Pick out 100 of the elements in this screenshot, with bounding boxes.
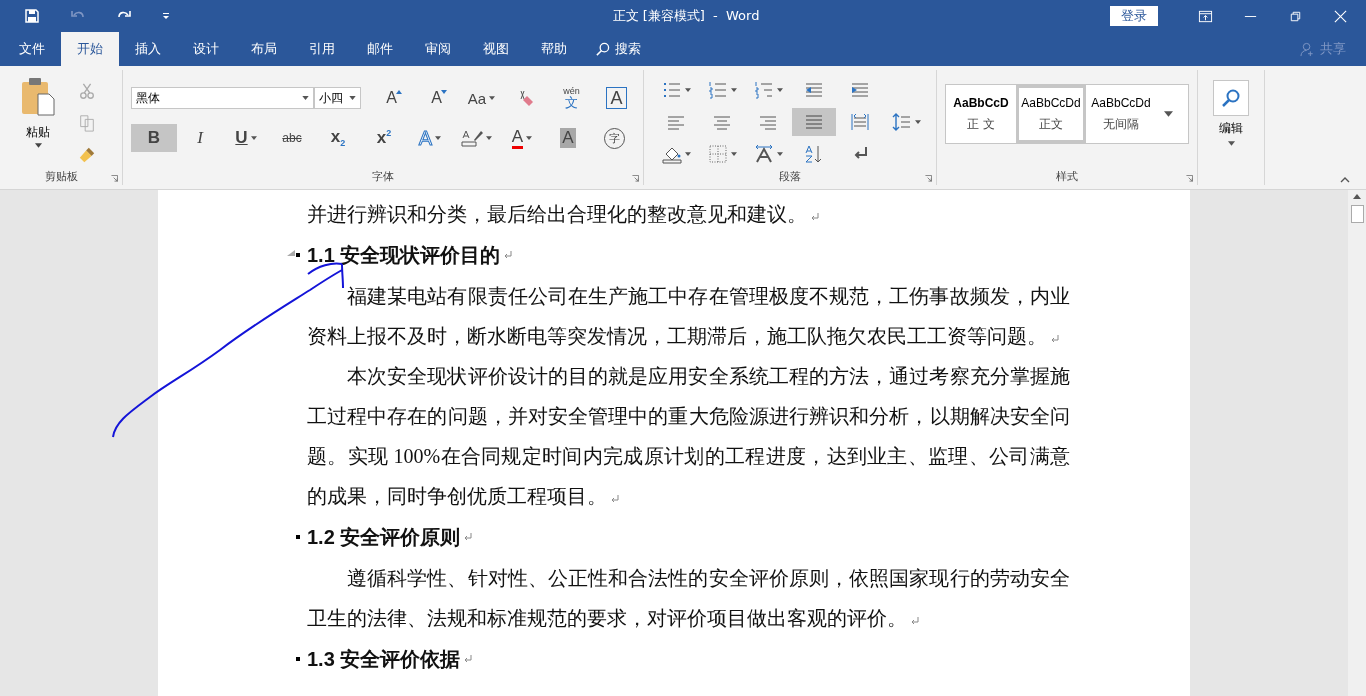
- save-icon[interactable]: [24, 8, 40, 24]
- dialog-launcher-icon[interactable]: [111, 175, 118, 182]
- group-label: 段落: [779, 169, 801, 184]
- customize-menu-icon[interactable]: [162, 12, 170, 20]
- ribbon-tab[interactable]: 开始: [61, 32, 119, 66]
- group-label: 剪贴板: [44, 168, 78, 184]
- ribbon-tab[interactable]: 审阅: [409, 32, 467, 66]
- close-icon[interactable]: [1333, 8, 1348, 24]
- paragraph-mark-icon: [464, 655, 473, 663]
- caret-icon: [489, 96, 496, 100]
- change-case-button[interactable]: Aa: [459, 84, 504, 112]
- dialog-launcher-icon[interactable]: [632, 175, 639, 182]
- ribbon-tab[interactable]: 插入: [119, 32, 177, 66]
- script-button[interactable]: x$^{2}$: [361, 124, 407, 152]
- paste-button[interactable]: 粘贴: [14, 76, 62, 167]
- paragraph-mark-icon: [611, 495, 619, 503]
- body-paragraph: 本次安全现状评价设计的目的就是应用安全系统工程的方法，通过考察充分掌握施工过程中存在的问题，并对安全管理中的重大危险源进行辨识和分析，以期解决安全问题。实现 100%在合同规定时间内完成原计划的工程进度，达到业主、监理、公司满意的成果，同时争创优质工程项目。: [307, 364, 1070, 509]
- triangle-icon: [396, 90, 402, 94]
- group-label: 字体: [372, 168, 394, 184]
- sort-icon: [804, 144, 824, 164]
- paragraph-mark-icon: [464, 533, 473, 541]
- ribbon-tab[interactable]: 文件: [3, 32, 61, 66]
- scroll-thumb[interactable]: [1350, 205, 1364, 223]
- shrink-font-button[interactable]: A: [414, 84, 459, 112]
- heading-bullet-icon: [296, 657, 300, 661]
- add-person-icon: [1300, 41, 1315, 57]
- line-spacing-icon: [891, 112, 912, 132]
- format-painter-icon[interactable]: [78, 146, 96, 164]
- caret-icon: [349, 96, 356, 100]
- caret-icon: [730, 88, 737, 92]
- style-option[interactable]: AaBbCcDd 正文: [1016, 85, 1086, 143]
- caret-icon: [914, 120, 921, 124]
- triangle-icon: [441, 90, 447, 94]
- copy-icon[interactable]: [78, 114, 96, 132]
- font-color-button[interactable]: A: [499, 124, 545, 152]
- more-styles-icon[interactable]: [1164, 111, 1173, 117]
- heading-bullet-icon: [296, 253, 300, 257]
- font-size-field[interactable]: 小四: [314, 87, 361, 109]
- character-shading-button[interactable]: A: [545, 124, 591, 152]
- bold-button[interactable]: B: [131, 124, 177, 152]
- ribbon-tab[interactable]: 帮助: [525, 32, 583, 66]
- body-paragraph: 并进行辨识和分类，最后给出合理化的整改意见和建议。: [307, 194, 1070, 234]
- paragraph-mark-icon: [1051, 335, 1059, 343]
- paragraph-mark-icon: [504, 251, 513, 259]
- ribbon-display-icon[interactable]: [1198, 8, 1213, 24]
- heading-text: 1.3 安全评价依据: [307, 647, 461, 672]
- caret-icon: [250, 136, 257, 140]
- body-paragraph: 福建某电站有限责任公司在生产施工中存在管理极度不规范，工伤事故频发，内业资料上报不及时，断水断电等突发情况，工期滞后，施工队拖欠农民工工资等问题。: [307, 284, 1070, 349]
- search-icon: [1221, 88, 1241, 108]
- login-button[interactable]: 登录: [1110, 6, 1158, 26]
- body-paragraph: 遵循科学性、针对性、公正性和合法性的安全评价原则，依照国家现行的劳动安全卫生的法律、法规和标准规范的要求，对评价项目做出客观的评价。: [307, 566, 1070, 631]
- font-name-field[interactable]: 黑体: [131, 87, 314, 109]
- vertical-scrollbar[interactable]: [1348, 190, 1366, 696]
- scissors-icon[interactable]: [78, 82, 96, 100]
- highlighter-icon: [460, 128, 483, 148]
- heading-text: 1.1 安全现状评价目的: [307, 243, 501, 268]
- ribbon-tab[interactable]: 设计: [177, 32, 235, 66]
- search-icon: [595, 41, 610, 57]
- clipboard-icon: [20, 76, 56, 116]
- editing-button[interactable]: 编辑: [1213, 70, 1249, 146]
- heading-bullet-icon: [296, 535, 300, 539]
- caret-icon: [684, 88, 691, 92]
- ribbon-tab[interactable]: 视图: [467, 32, 525, 66]
- multilevel-list-icon: [753, 80, 774, 100]
- caret-icon: [730, 152, 737, 156]
- paragraph-mark-icon: [911, 617, 919, 625]
- underline-button[interactable]: U: [223, 124, 269, 152]
- group-label: 样式: [1056, 168, 1078, 184]
- decrease-indent-icon: [804, 80, 824, 100]
- phonetic-guide-button[interactable]: wén 文: [549, 84, 594, 112]
- script-button[interactable]: x$_{2}$: [315, 124, 361, 152]
- caret-icon: [684, 152, 691, 156]
- window-title: 正文 [兼容模式] - Word: [611, 7, 761, 25]
- paragraph-mark-icon: [811, 213, 819, 221]
- caret-icon: [34, 143, 42, 148]
- distributed-icon: [850, 112, 870, 132]
- ribbon-tab[interactable]: 布局: [235, 32, 293, 66]
- caret-icon: [302, 96, 309, 100]
- heading-text: 1.2 安全评价原则: [307, 525, 461, 550]
- caret-icon: [776, 88, 783, 92]
- strikethrough-button[interactable]: abc: [269, 124, 315, 152]
- borders-icon: [707, 144, 728, 164]
- increase-indent-icon: [850, 80, 870, 100]
- dialog-launcher-icon[interactable]: [1186, 175, 1193, 182]
- bullet-list-icon: [661, 80, 682, 100]
- grow-font-button[interactable]: A: [369, 84, 414, 112]
- asian-layout-icon: [753, 144, 774, 164]
- enclose-character-button[interactable]: 字: [591, 124, 637, 152]
- dialog-launcher-icon[interactable]: [925, 175, 932, 182]
- collapse-ribbon-icon[interactable]: [1340, 177, 1350, 183]
- italic-button[interactable]: I: [177, 124, 223, 152]
- character-border-button[interactable]: A: [594, 84, 639, 112]
- collapse-triangle-icon[interactable]: [287, 250, 295, 256]
- scroll-up-icon[interactable]: [1353, 194, 1361, 199]
- search-button[interactable]: 搜索: [583, 32, 653, 66]
- ribbon-tab[interactable]: 引用: [293, 32, 351, 66]
- caret-icon: [485, 136, 492, 140]
- caret-icon: [776, 152, 783, 156]
- ribbon-tab[interactable]: 邮件: [351, 32, 409, 66]
- caret-icon: [435, 136, 442, 140]
